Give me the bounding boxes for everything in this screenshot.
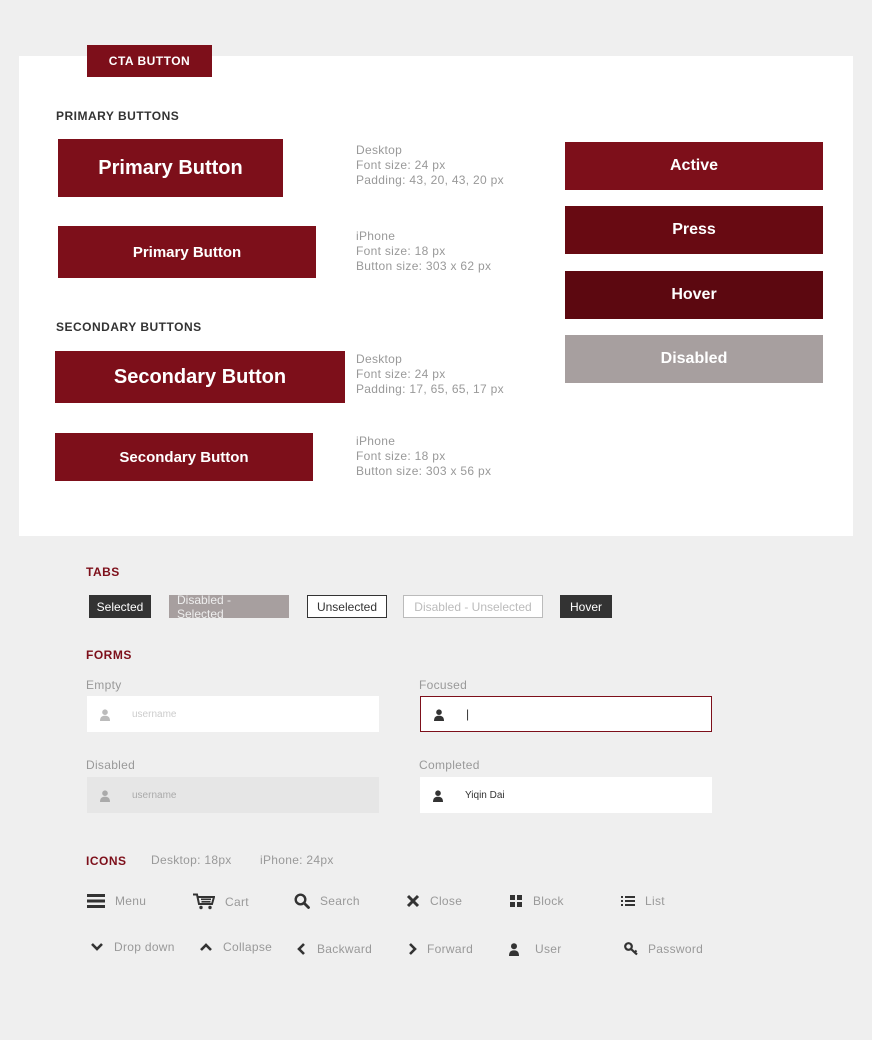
spec-size: Padding: 43, 20, 43, 20 px: [356, 173, 504, 187]
completed-label: Completed: [419, 758, 480, 772]
secondary-buttons-heading: SECONDARY BUTTONS: [56, 320, 202, 334]
chevron-left-icon: [297, 942, 307, 956]
focused-username-field[interactable]: |: [420, 696, 712, 732]
block-icon-label: Block: [533, 894, 564, 908]
username-value: Yiqin Dai: [465, 789, 505, 801]
primary-desktop-spec: Desktop Font size: 24 px Padding: 43, 20…: [356, 143, 504, 188]
spec-font: Font size: 18 px: [356, 449, 446, 463]
user-icon: [433, 789, 443, 802]
spec-font: Font size: 24 px: [356, 367, 446, 381]
close-icon-label: Close: [430, 894, 463, 908]
spec-size: Padding: 17, 65, 65, 17 px: [356, 382, 504, 396]
icons-iphone-size: iPhone: 24px: [260, 853, 334, 867]
forward-icon-label: Forward: [427, 942, 474, 956]
disabled-username-field: username: [87, 777, 379, 813]
icons-heading: ICONS: [86, 854, 127, 868]
primary-button-iphone[interactable]: Primary Button: [58, 226, 316, 278]
dropdown-icon-sample: Drop down: [90, 940, 175, 954]
tab-selected[interactable]: Selected: [89, 595, 151, 618]
password-icon-label: Password: [648, 942, 704, 956]
forms-heading: FORMS: [86, 648, 132, 662]
focused-label: Focused: [419, 678, 468, 692]
search-icon-label: Search: [320, 894, 360, 908]
collapse-icon-sample: Collapse: [199, 940, 272, 954]
user-icon: [100, 708, 110, 721]
user-icon-sample: User: [509, 942, 562, 956]
cart-icon-sample: Cart: [193, 893, 249, 910]
user-icon: [434, 708, 444, 721]
spec-device: iPhone: [356, 434, 396, 448]
close-icon: [406, 894, 420, 908]
empty-label: Empty: [86, 678, 122, 692]
search-icon: [294, 893, 310, 909]
tab-disabled-unselected: Disabled - Unselected: [403, 595, 543, 618]
username-placeholder: username: [132, 708, 177, 720]
search-icon-sample: Search: [294, 893, 360, 909]
state-hover-button[interactable]: Hover: [565, 271, 823, 319]
cta-button[interactable]: CTA BUTTON: [87, 45, 212, 77]
list-icon: [621, 895, 635, 907]
primary-buttons-heading: PRIMARY BUTTONS: [56, 109, 180, 123]
backward-icon-sample: Backward: [297, 942, 372, 956]
list-icon-label: List: [645, 894, 665, 908]
empty-username-field[interactable]: username: [87, 696, 379, 732]
tab-hover[interactable]: Hover: [560, 595, 612, 618]
collapse-icon-label: Collapse: [223, 940, 273, 954]
cart-icon: [193, 893, 215, 910]
spec-font: Font size: 18 px: [356, 244, 446, 258]
primary-iphone-spec: iPhone Font size: 18 px Button size: 303…: [356, 229, 491, 274]
backward-icon-label: Backward: [317, 942, 373, 956]
tab-disabled-selected: Disabled - Selected: [169, 593, 289, 621]
spec-device: Desktop: [356, 143, 403, 157]
username-placeholder: username: [132, 789, 177, 801]
spec-device: iPhone: [356, 229, 396, 243]
state-press-button[interactable]: Press: [565, 206, 823, 254]
close-icon-sample: Close: [406, 894, 462, 908]
chevron-right-icon: [407, 942, 417, 956]
menu-icon-label: Menu: [115, 894, 147, 908]
forward-icon-sample: Forward: [407, 942, 473, 956]
text-cursor: |: [466, 707, 470, 721]
spec-size: Button size: 303 x 56 px: [356, 464, 492, 478]
password-icon-sample: Password: [624, 942, 703, 956]
icons-desktop-size: Desktop: 18px: [151, 853, 232, 867]
cart-icon-label: Cart: [225, 894, 249, 909]
primary-button-desktop[interactable]: Primary Button: [58, 139, 283, 197]
state-active-button[interactable]: Active: [565, 142, 823, 190]
block-icon-sample: Block: [509, 894, 564, 908]
spec-size: Button size: 303 x 62 px: [356, 259, 492, 273]
dropdown-icon-label: Drop down: [114, 940, 175, 954]
menu-icon: [87, 893, 105, 909]
chevron-down-icon: [90, 942, 104, 952]
secondary-button-iphone[interactable]: Secondary Button: [55, 433, 313, 481]
chevron-up-icon: [199, 942, 213, 952]
user-icon: [509, 942, 519, 956]
spec-font: Font size: 24 px: [356, 158, 446, 172]
secondary-button-desktop[interactable]: Secondary Button: [55, 351, 345, 403]
block-icon: [509, 894, 523, 908]
secondary-desktop-spec: Desktop Font size: 24 px Padding: 17, 65…: [356, 352, 504, 397]
key-icon: [624, 942, 639, 956]
disabled-label: Disabled: [86, 758, 136, 772]
tabs-heading: TABS: [86, 565, 120, 579]
menu-icon-sample: Menu: [87, 893, 146, 909]
secondary-iphone-spec: iPhone Font size: 18 px Button size: 303…: [356, 434, 491, 479]
completed-username-field[interactable]: Yiqin Dai: [420, 777, 712, 813]
spec-device: Desktop: [356, 352, 403, 366]
tab-unselected[interactable]: Unselected: [307, 595, 387, 618]
state-disabled-button: Disabled: [565, 335, 823, 383]
user-icon: [100, 789, 110, 802]
list-icon-sample: List: [621, 894, 665, 908]
user-icon-label: User: [535, 942, 562, 956]
